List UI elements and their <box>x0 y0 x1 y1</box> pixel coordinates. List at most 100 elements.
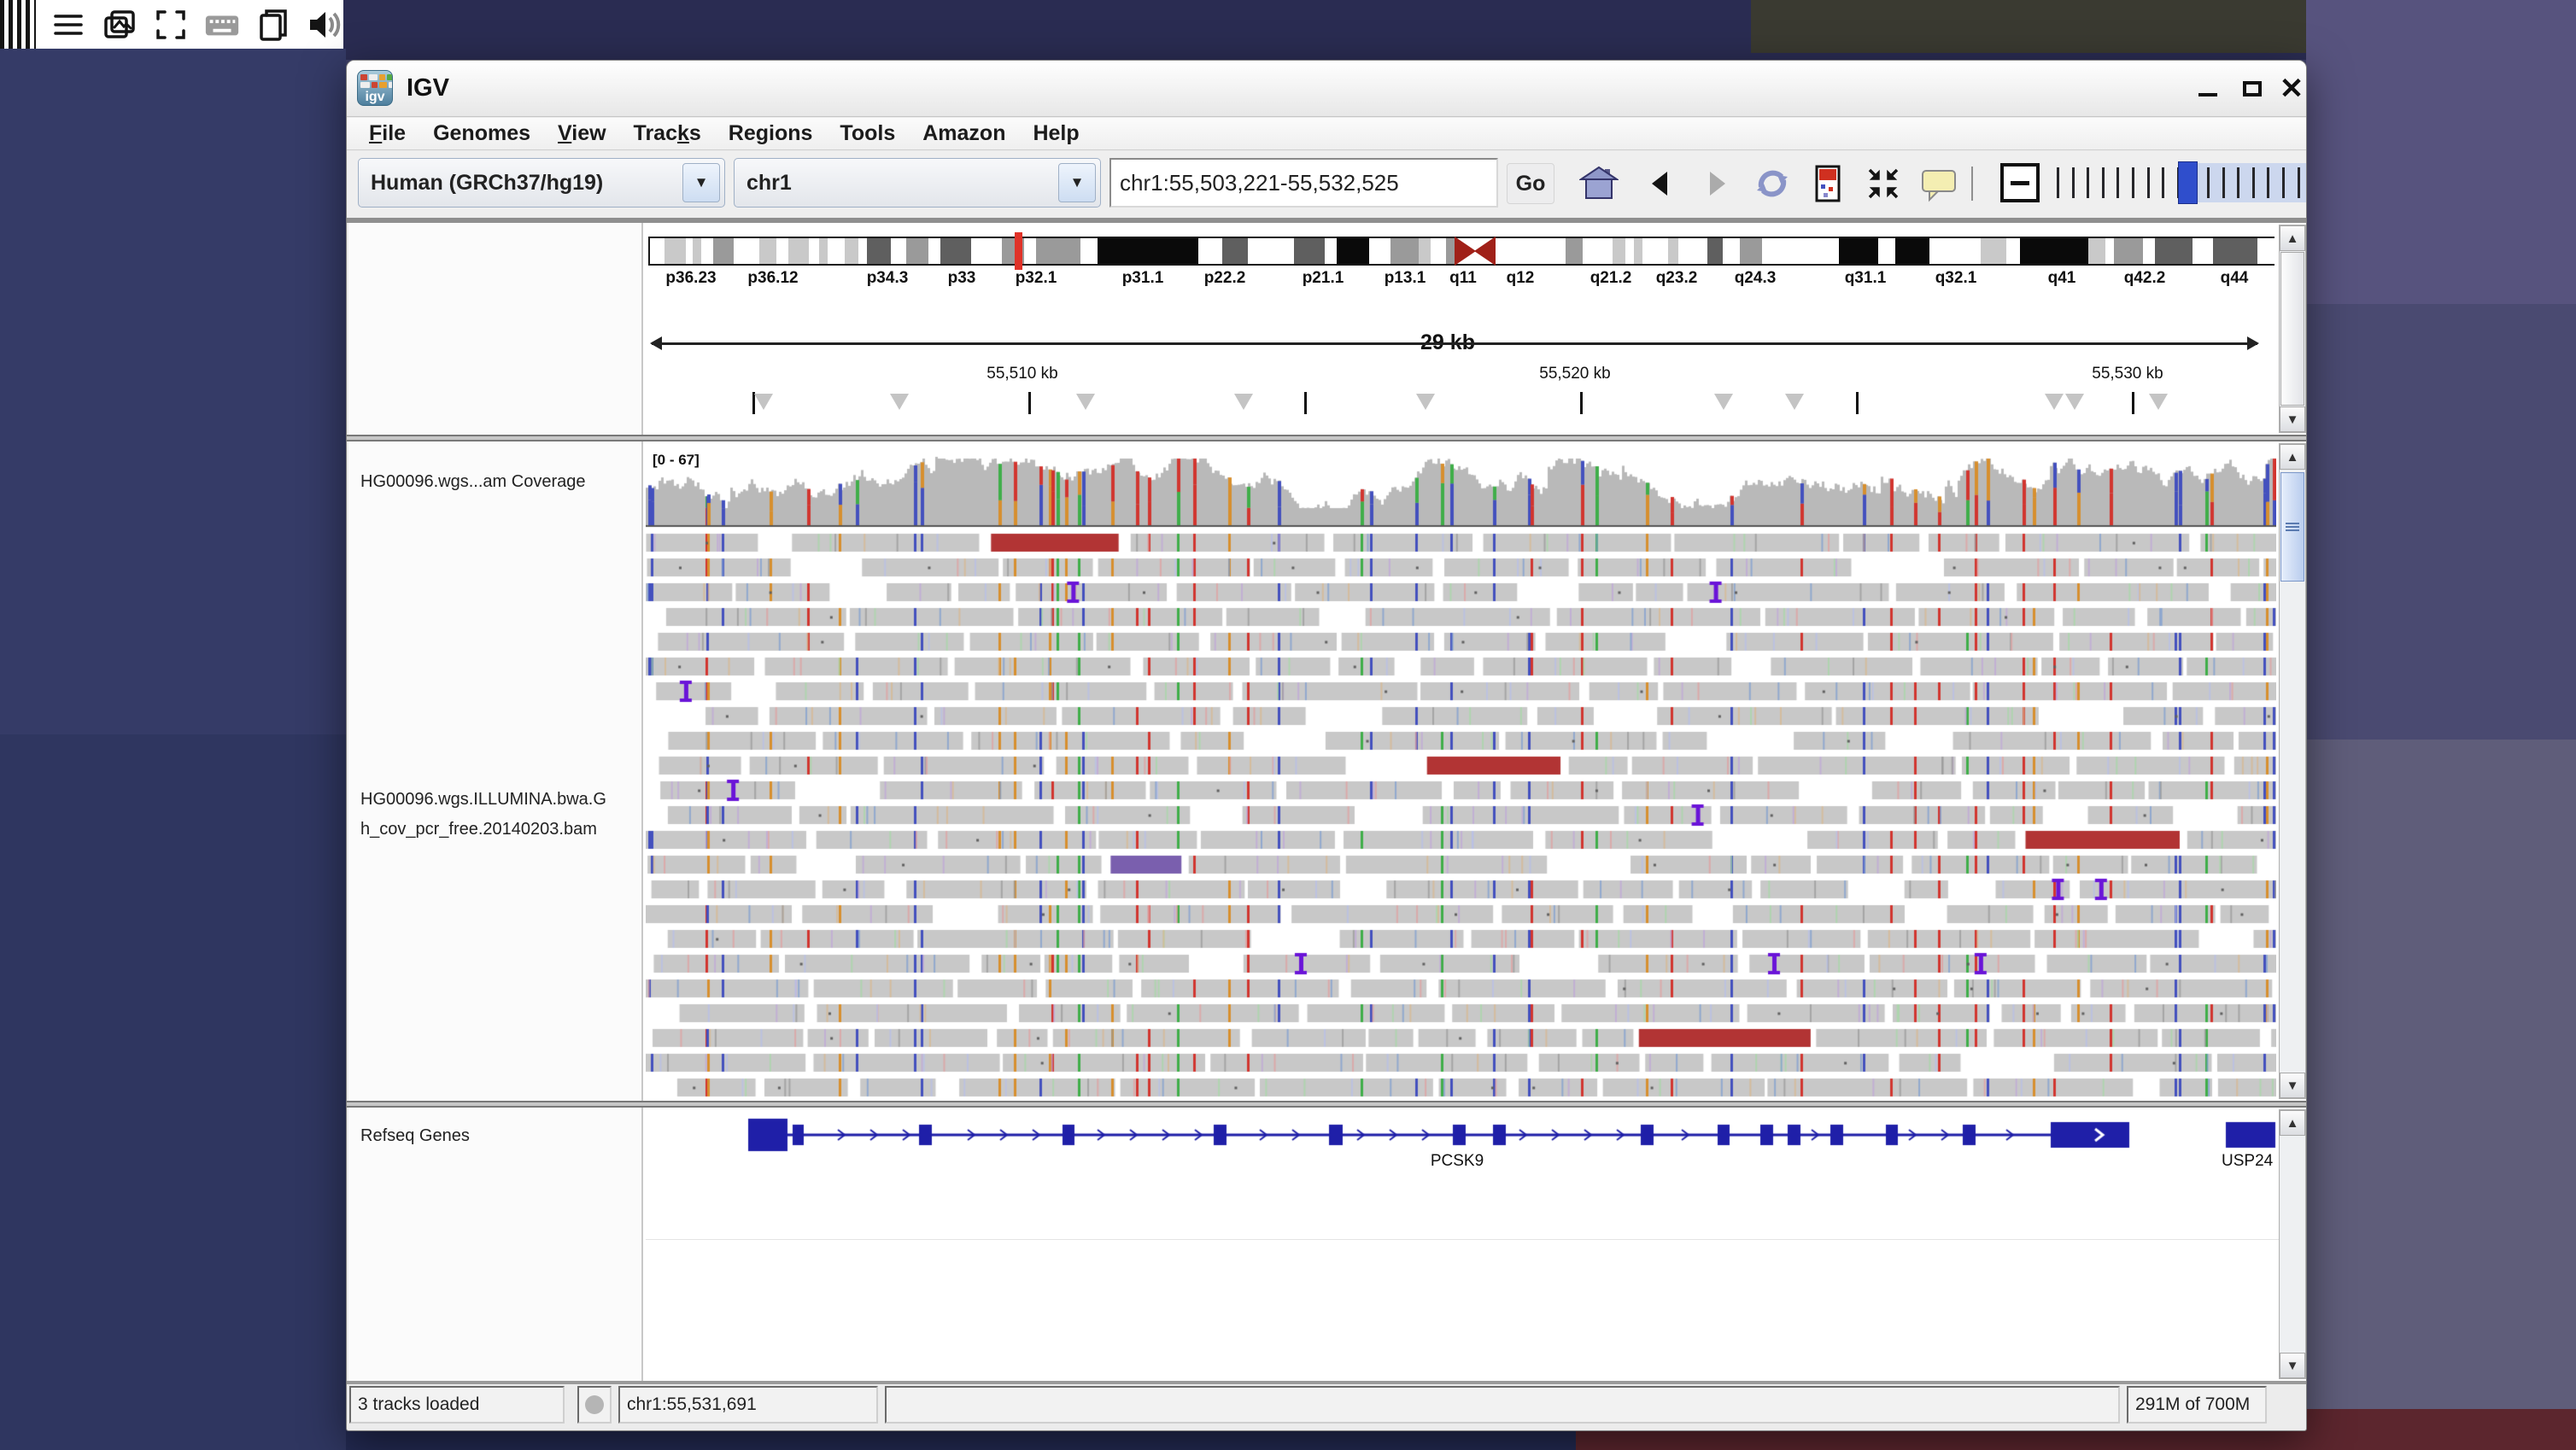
go-button[interactable]: Go <box>1507 163 1554 204</box>
menu-genomes[interactable]: Genomes <box>419 121 544 146</box>
scroll-up-icon[interactable]: ▲ <box>2280 225 2305 251</box>
desktop-taskbar <box>0 0 343 49</box>
keyboard-icon[interactable] <box>203 6 241 44</box>
menu-amazon[interactable]: Amazon <box>909 121 1019 146</box>
chromosome-band <box>1325 238 1337 264</box>
alignment-track-label-line2[interactable]: h_cov_pcr_free.20140203.bam <box>360 820 642 839</box>
refresh-icon[interactable] <box>1750 161 1794 206</box>
forward-icon[interactable] <box>1695 161 1739 206</box>
chromosome-band <box>1024 238 1036 264</box>
region-marker-icon <box>2045 394 2064 410</box>
zoom-tick[interactable] <box>2267 167 2269 198</box>
region-icon[interactable] <box>1806 161 1850 206</box>
alignment-track-canvas[interactable] <box>646 443 2276 1101</box>
chromosome-select-value: chr1 <box>746 171 792 196</box>
chevron-down-icon[interactable]: ▼ <box>1058 163 1096 202</box>
menu-tools[interactable]: Tools <box>826 121 909 146</box>
zoom-slider[interactable] <box>2053 161 2306 204</box>
chromosome-band <box>1625 238 1634 264</box>
scroll-down-icon[interactable]: ▼ <box>2280 406 2305 432</box>
windows-icon[interactable] <box>255 6 292 44</box>
alignment-track-label-line1[interactable]: HG00096.wgs.ILLUMINA.bwa.G <box>360 790 642 810</box>
chromosome-band <box>686 238 693 264</box>
zoom-tick[interactable] <box>2116 167 2119 198</box>
ruler-span-arrow <box>652 342 2257 345</box>
zoom-tick[interactable] <box>2087 167 2089 198</box>
scroll-down-icon[interactable]: ▼ <box>2280 1353 2305 1378</box>
chromosome-band <box>1496 238 1566 264</box>
menu-help[interactable]: Help <box>1019 121 1092 146</box>
close-button[interactable]: ✕ <box>2275 74 2308 103</box>
zoom-tick[interactable] <box>2057 167 2059 198</box>
status-tracks-loaded: 3 tracks loaded <box>349 1386 565 1424</box>
genome-select[interactable]: Human (GRCh37/hg19) ▼ <box>358 158 725 208</box>
zoom-tick[interactable] <box>2162 167 2164 198</box>
chromosome-band <box>2088 238 2105 264</box>
gene-panel-scrollbar[interactable]: ▲ ▼ <box>2279 1109 2306 1379</box>
scroll-down-icon[interactable]: ▼ <box>2280 1073 2305 1098</box>
scroll-up-icon[interactable]: ▲ <box>2280 444 2305 470</box>
gene-track-canvas[interactable] <box>646 1109 2276 1379</box>
chromosome-ideogram[interactable] <box>648 237 2274 266</box>
tooltip-icon[interactable] <box>1917 161 1961 206</box>
minimize-button[interactable] <box>2192 74 2224 103</box>
chromosome-band <box>1740 238 1762 264</box>
window-titlebar[interactable]: igv IGV ✕ <box>347 61 2306 117</box>
chromosome-band <box>734 238 759 264</box>
locus-input[interactable] <box>1109 158 1498 208</box>
home-icon[interactable] <box>1577 161 1621 206</box>
chromosome-band <box>2020 238 2088 264</box>
desktop-right-mid <box>2306 304 2576 740</box>
menu-icon[interactable] <box>50 6 87 44</box>
zoom-tick[interactable] <box>2237 167 2239 198</box>
coverage-track-label[interactable]: HG00096.wgs...am Coverage <box>360 472 635 492</box>
maximize-button[interactable] <box>2236 74 2269 103</box>
scrollbar-thumb[interactable] <box>2280 472 2304 582</box>
zoom-tick[interactable] <box>2102 167 2105 198</box>
status-message-area <box>885 1386 2120 1424</box>
zoom-tick[interactable] <box>2252 167 2255 198</box>
zoom-tick[interactable] <box>2222 167 2225 198</box>
audio-icon[interactable] <box>306 6 343 44</box>
fit-window-icon[interactable] <box>1861 161 1906 206</box>
panel-splitter[interactable] <box>347 435 2306 441</box>
band-label: p13.1 <box>1385 269 1426 288</box>
chromosome-select[interactable]: chr1 ▼ <box>734 158 1101 208</box>
region-marker-icon <box>1234 394 1253 410</box>
zoom-slider-thumb[interactable] <box>2178 161 2198 204</box>
menu-file[interactable]: File <box>355 121 419 146</box>
panel-splitter[interactable] <box>347 1101 2306 1108</box>
screenshot-icon[interactable] <box>101 6 138 44</box>
menu-view[interactable]: View <box>544 121 620 146</box>
zoom-tick[interactable] <box>2072 167 2075 198</box>
ruler-tick <box>1028 392 1031 414</box>
back-icon[interactable] <box>1638 161 1683 206</box>
alignment-panel-scrollbar[interactable]: ▲ ▼ <box>2279 443 2306 1099</box>
fullscreen-icon[interactable] <box>152 6 190 44</box>
zoom-tick[interactable] <box>2282 167 2285 198</box>
locus-panel-scrollbar[interactable]: ▲ ▼ <box>2279 225 2306 433</box>
menu-regions[interactable]: Regions <box>715 121 827 146</box>
zoom-tick[interactable] <box>2147 167 2150 198</box>
chromosome-band <box>906 238 928 264</box>
band-label: p33 <box>948 269 976 288</box>
zoom-tick[interactable] <box>2207 167 2210 198</box>
taskbar-grip[interactable] <box>0 0 36 49</box>
zoom-tick[interactable] <box>2132 167 2134 198</box>
scrollbar-thumb[interactable] <box>2280 252 2304 406</box>
region-marker-icon <box>890 394 909 410</box>
ruler-tick <box>1304 392 1307 414</box>
chromosome-band <box>1839 238 1878 264</box>
locus-panel: p36.23p36.12p34.3p33p32.1p31.1p22.2p21.1… <box>348 223 2306 435</box>
gene-track-label[interactable]: Refseq Genes <box>360 1126 470 1146</box>
region-marker-icon <box>754 394 773 410</box>
scroll-up-icon[interactable]: ▲ <box>2280 1110 2305 1136</box>
status-cursor-position: chr1:55,531,691 <box>618 1386 878 1424</box>
ruler-position-label: 55,520 kb <box>1539 365 1610 383</box>
menu-tracks[interactable]: Tracks <box>620 121 715 146</box>
zoom-tick[interactable] <box>2298 167 2300 198</box>
chevron-down-icon[interactable]: ▼ <box>682 163 720 202</box>
zoom-out-button[interactable] <box>2000 163 2040 202</box>
chromosome-band <box>2105 238 2114 264</box>
chromosome-band <box>2193 238 2213 264</box>
